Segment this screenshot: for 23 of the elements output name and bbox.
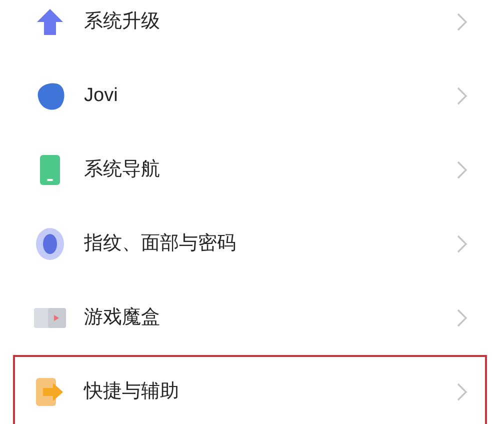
item-label: 游戏魔盒	[84, 306, 161, 330]
settings-item[interactable]: 系统升级	[13, 0, 487, 59]
settings-item[interactable]: Jovi	[13, 59, 487, 133]
chevron-icon	[457, 87, 467, 105]
item-label: Jovi	[84, 84, 119, 108]
settings-item[interactable]: 指纹、面部与密码	[13, 207, 487, 281]
chevron-icon	[457, 161, 467, 179]
item-label: 指纹、面部与密码	[84, 232, 237, 256]
phone-icon	[39, 154, 61, 186]
item-label: 系统导航	[84, 158, 161, 182]
game-box-icon	[33, 306, 67, 330]
chevron-icon	[457, 235, 467, 253]
item-label: 快捷与辅助	[84, 380, 180, 404]
settings-item[interactable]: 快捷与辅助	[13, 355, 487, 424]
up-arrow-icon	[35, 7, 65, 37]
settings-item[interactable]: 游戏魔盒	[13, 281, 487, 355]
chevron-icon	[457, 309, 467, 327]
settings-item[interactable]: 系统导航	[13, 133, 487, 207]
chevron-icon	[457, 383, 467, 401]
item-label: 系统升级	[84, 10, 161, 34]
arrow-icon	[35, 377, 65, 407]
fingerprint-icon	[35, 227, 65, 261]
chevron-icon	[457, 13, 467, 31]
